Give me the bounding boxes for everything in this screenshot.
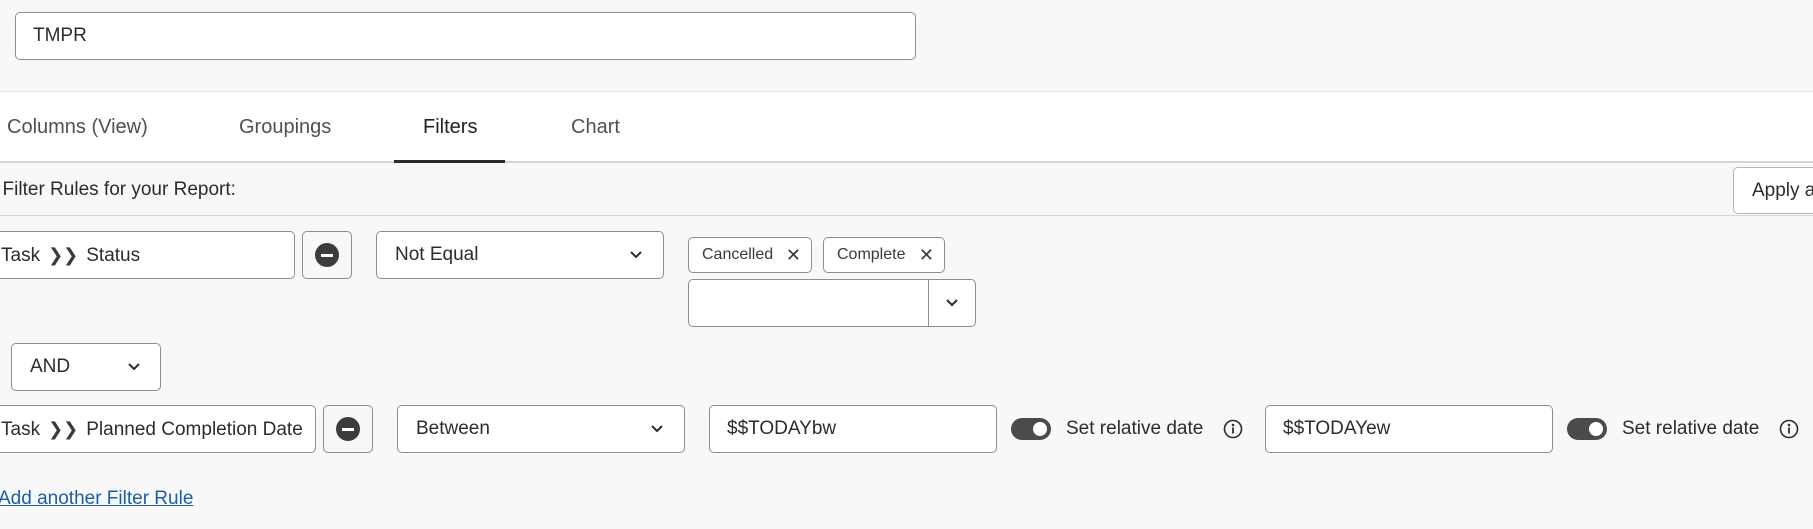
rule-2-end-relative-toggle[interactable]: [1567, 418, 1607, 440]
rule-1-operator-value: Not Equal: [395, 244, 479, 265]
chevron-down-icon: [128, 363, 140, 371]
tag-complete: Complete ✕: [823, 237, 945, 273]
remove-circle-icon: [336, 417, 360, 441]
filter-rules-header: t Filter Rules for your Report: Apply a: [0, 163, 1813, 216]
rule-2-end-relative-label: Set relative date: [1622, 418, 1760, 439]
rule-1-field-name: Status: [86, 245, 141, 266]
report-name-input[interactable]: [15, 12, 916, 60]
chevron-down-icon: [630, 251, 642, 259]
rule-1-operator-select[interactable]: Not Equal: [376, 231, 664, 279]
info-icon[interactable]: [1779, 419, 1799, 439]
rule-2-operator-value: Between: [416, 418, 490, 439]
rule-2-start-date-input[interactable]: $$TODAYbw: [709, 405, 997, 453]
filter-rules-heading: t Filter Rules for your Report:: [0, 179, 236, 200]
rule-1-field[interactable]: Task ❯❯ Status: [0, 231, 295, 279]
rule-2-start-relative-toggle[interactable]: [1011, 418, 1051, 440]
double-chevron-right-icon: ❯❯: [48, 419, 79, 439]
tabs-bar: Columns (View) Groupings Filters Chart: [0, 91, 1813, 163]
tag-complete-label: Complete: [837, 246, 906, 263]
rule-2-field[interactable]: Task ❯❯ Planned Completion Date: [0, 405, 316, 453]
close-icon[interactable]: ✕: [786, 238, 801, 272]
rule-1-field-object: Task: [1, 245, 41, 266]
rule-2-end-date-input[interactable]: $$TODAYew: [1265, 405, 1553, 453]
rule-2-field-name: Planned Completion Date: [86, 419, 303, 440]
rule-2-operator-select[interactable]: Between: [397, 405, 685, 453]
tab-filters[interactable]: Filters: [423, 92, 477, 162]
double-chevron-right-icon: ❯❯: [48, 245, 79, 265]
tab-columns-view[interactable]: Columns (View): [7, 92, 148, 162]
combo-dropdown-button[interactable]: [929, 280, 975, 326]
tab-chart[interactable]: Chart: [571, 92, 620, 162]
info-icon[interactable]: [1223, 419, 1243, 439]
rule-2-field-object: Task: [1, 419, 41, 440]
connector-value: AND: [30, 356, 71, 377]
apply-button[interactable]: Apply a: [1733, 167, 1813, 214]
chevron-down-icon: [946, 299, 958, 307]
add-filter-rule-link[interactable]: Add another Filter Rule: [0, 487, 193, 511]
tag-cancelled: Cancelled ✕: [688, 237, 812, 273]
rule-2-start-relative-label: Set relative date: [1066, 418, 1204, 439]
connector-select[interactable]: AND: [11, 343, 161, 391]
rule-1-value-combobox[interactable]: [688, 279, 976, 327]
tab-groupings[interactable]: Groupings: [239, 92, 331, 162]
remove-circle-icon: [315, 243, 339, 267]
rule-2-remove-button[interactable]: [323, 405, 373, 453]
chevron-down-icon: [651, 425, 663, 433]
tag-cancelled-label: Cancelled: [702, 246, 774, 263]
close-icon[interactable]: ✕: [919, 238, 934, 272]
rule-1-remove-button[interactable]: [302, 231, 352, 279]
